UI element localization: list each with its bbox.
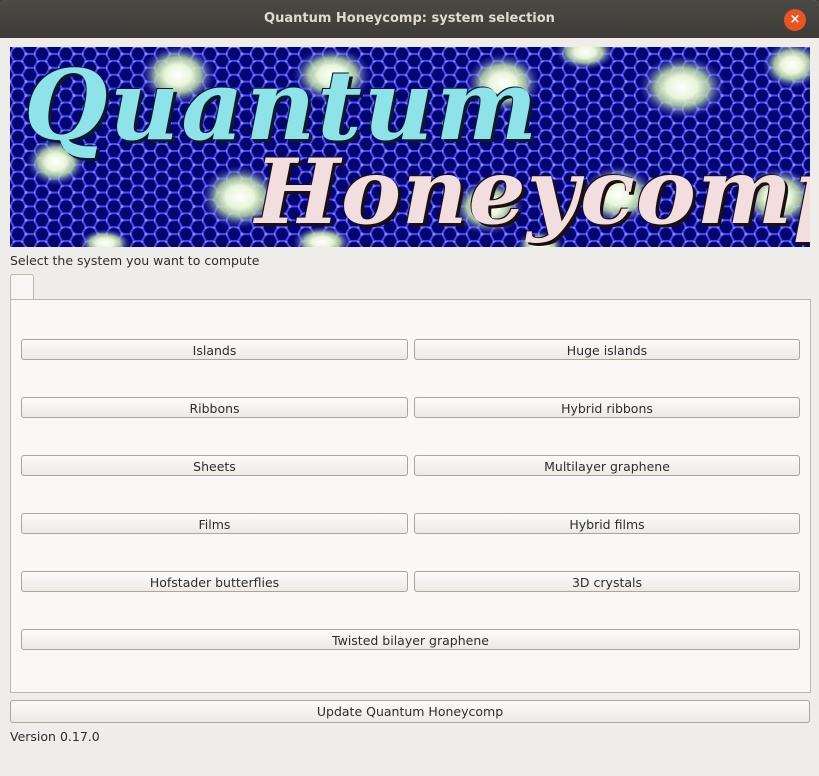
ribbons-button[interactable]: Ribbons [21, 397, 408, 418]
hybrid-ribbons-button[interactable]: Hybrid ribbons [414, 397, 800, 418]
multilayer-graphene-button[interactable]: Multilayer graphene [414, 455, 800, 476]
version-label: Version 0.17.0 [10, 729, 100, 744]
window-title: Quantum Honeycomp: system selection [264, 11, 555, 26]
banner-image: Quantum Honeycomp [10, 47, 810, 247]
hofstader-butterflies-button[interactable]: Hofstader butterflies [21, 571, 408, 592]
hybrid-films-button[interactable]: Hybrid films [414, 513, 800, 534]
tab-main[interactable] [10, 274, 34, 301]
selection-prompt: Select the system you want to compute [10, 253, 260, 268]
3d-crystals-button[interactable]: 3D crystals [414, 571, 800, 592]
update-button[interactable]: Update Quantum Honeycomp [10, 700, 810, 723]
islands-button[interactable]: Islands [21, 339, 408, 360]
sheets-button[interactable]: Sheets [21, 455, 408, 476]
banner-word-honeycomp: Honeycomp [255, 139, 810, 245]
app-window: Quantum Honeycomp: system selection × Qu… [0, 0, 819, 776]
close-icon[interactable]: × [784, 9, 806, 31]
huge-islands-button[interactable]: Huge islands [414, 339, 800, 360]
twisted-bilayer-graphene-button[interactable]: Twisted bilayer graphene [21, 629, 800, 650]
title-bar: Quantum Honeycomp: system selection × [0, 0, 819, 38]
films-button[interactable]: Films [21, 513, 408, 534]
